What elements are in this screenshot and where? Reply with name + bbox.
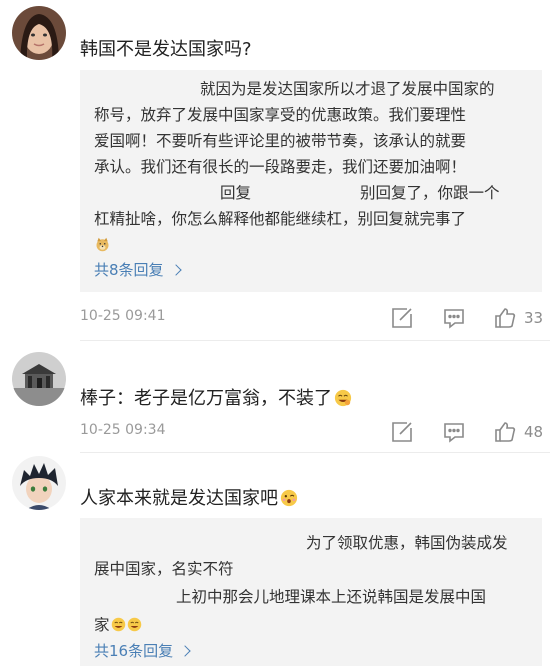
comment-text: 韩国不是发达国家吗? (80, 39, 252, 60)
user-avatar[interactable] (12, 6, 66, 60)
reply-line: 为了领取优惠，韩国伪装成发 (306, 534, 508, 552)
like-button[interactable] (493, 306, 517, 330)
reply-line: 上初中那会儿地理课本上还说韩国是发展中国 (176, 588, 487, 606)
comment-text: 棒子：老子是亿万富翁，不装了 (80, 388, 332, 409)
reply-line: 别回复了，你跟一个 (360, 184, 500, 202)
reply-line: 称号，放弃了发展中国家享受的优惠政策。我们要理性 (94, 106, 467, 124)
comment-bubble-icon (444, 423, 464, 443)
thumbs-up-icon (495, 422, 516, 442)
reply-line: 杠精扯啥，你怎么解释他都能继续杠，别回复就完事了 (94, 210, 467, 228)
anime-avatar-icon (12, 456, 66, 510)
comment-bubble-icon (444, 309, 464, 329)
comment-text: 人家本来就是发达国家吧 (80, 488, 278, 509)
laugh-emoji-icon (334, 389, 352, 407)
reply-line: 爱国啊！不要听有些评论里的被带节奏，该承认的就要 (94, 132, 467, 150)
divider (80, 340, 550, 341)
edit-share-icon (392, 308, 412, 328)
comment-time: 10-25 09:34 (80, 422, 166, 438)
view-more-replies-link[interactable]: 共8条回复 (94, 259, 182, 280)
share-button[interactable] (390, 420, 414, 444)
edit-share-icon (392, 422, 412, 442)
reply-line: 家 (94, 616, 110, 634)
share-button[interactable] (390, 306, 414, 330)
chevron-right-icon (169, 264, 182, 276)
reply-line: 就因为是发达国家所以才退了发展中国家的 (200, 80, 495, 98)
more-replies-label: 共8条回复 (94, 261, 164, 279)
like-button[interactable] (493, 420, 517, 444)
comment-text-wrap: 人家本来就是发达国家吧 (80, 484, 298, 510)
reply-line-wrap: 家 (94, 612, 142, 638)
comment-meta: 10-25 09:34 48 (80, 420, 544, 444)
comment-meta: 10-25 09:41 33 (80, 306, 544, 330)
girl-avatar-icon (12, 6, 66, 60)
comment-text-wrap: 棒子：老子是亿万富翁，不装了 (80, 384, 352, 410)
view-more-replies-link[interactable]: 共16条回复 (94, 640, 191, 661)
reply-button[interactable] (442, 420, 466, 444)
reply-line: 展中国家，名实不符 (94, 560, 234, 578)
reply-box: 就因为是发达国家所以才退了发展中国家的 称号，放弃了发展中国家享受的优惠政策。我… (80, 70, 542, 292)
reply-line: 承认。我们还有很长的一段路要走，我们还要加油啊！ (94, 158, 467, 176)
reply-emoji (94, 232, 110, 258)
house-avatar-icon (12, 352, 66, 406)
thumbs-up-icon (495, 308, 516, 328)
reply-action-label: 回复 (220, 184, 252, 202)
comment-time: 10-25 09:41 (80, 308, 166, 324)
like-count: 48 (524, 423, 544, 441)
wink-emoji-icon (280, 489, 298, 507)
user-avatar[interactable] (12, 456, 66, 510)
like-count: 33 (524, 309, 544, 327)
doge-emoji-icon (96, 237, 109, 252)
divider (80, 452, 550, 453)
chevron-right-icon (179, 645, 191, 657)
reply-box: 为了领取优惠，韩国伪装成发 展中国家，名实不符 上初中那会儿地理课本上还说韩国是… (80, 518, 542, 666)
laugh-emoji-icon (111, 617, 125, 632)
user-avatar[interactable] (12, 352, 66, 406)
reply-button[interactable] (442, 306, 466, 330)
laugh-emoji-icon (127, 617, 141, 632)
more-replies-label: 共16条回复 (94, 642, 174, 660)
